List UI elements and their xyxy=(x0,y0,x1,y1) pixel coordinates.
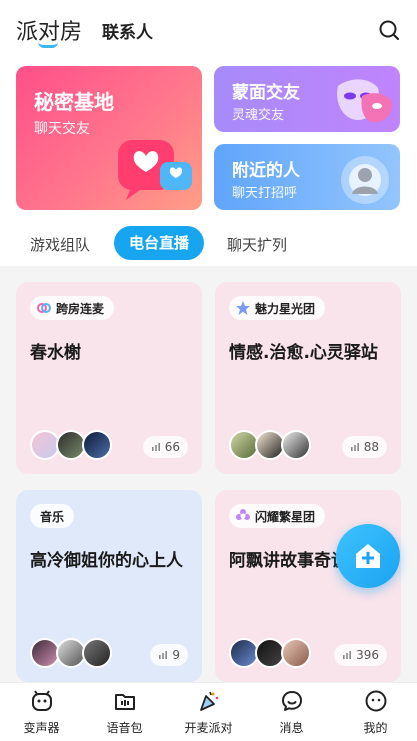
link-icon xyxy=(37,303,51,313)
top-bar: 派对房 联系人 xyxy=(0,0,417,60)
listener-count-value: 88 xyxy=(363,440,379,454)
masked-dating-title: 蒙面交友 xyxy=(232,83,300,103)
room-tag: 跨房连麦 xyxy=(30,296,115,320)
nav-messages[interactable]: 消息 xyxy=(250,683,333,741)
masked-dating-card[interactable]: 蒙面交友 灵魂交友 xyxy=(214,66,400,132)
category-tabs: 游戏组队 电台直播 聊天扩列 xyxy=(0,226,417,264)
avatar xyxy=(82,638,112,668)
signal-icon xyxy=(151,443,160,451)
listener-count: 396 xyxy=(334,644,387,666)
chat-heart-icon xyxy=(118,140,192,200)
listener-count-value: 9 xyxy=(172,648,180,662)
room-tag-label: 跨房连麦 xyxy=(56,301,105,316)
listener-count: 88 xyxy=(341,436,387,458)
tab-contacts[interactable]: 联系人 xyxy=(102,18,153,43)
tab-game-team[interactable]: 游戏组队 xyxy=(30,234,90,255)
listener-count-value: 66 xyxy=(164,440,180,454)
nav-label: 语音包 xyxy=(106,721,143,735)
room-tag-label: 音乐 xyxy=(40,509,65,524)
flower-badge-icon xyxy=(236,509,250,520)
room-tag: 魅力星光团 xyxy=(229,296,326,320)
signal-icon xyxy=(343,651,352,659)
tab-chat-friends[interactable]: 聊天扩列 xyxy=(227,234,287,255)
search-icon[interactable] xyxy=(378,19,400,41)
room-card[interactable]: 魅力星光团 情感.治愈.心灵驿站 88 xyxy=(215,282,401,474)
room-feed: 跨房连麦 春水榭 66 魅力星光团 情感.治愈.心灵驿站 88 音乐 高冷御姐你… xyxy=(0,266,417,682)
tab-radio-live[interactable]: 电台直播 xyxy=(114,226,205,260)
secret-base-card[interactable]: 秘密基地 聊天交友 xyxy=(16,66,202,210)
secret-base-title: 秘密基地 xyxy=(34,90,114,114)
nav-label: 变声器 xyxy=(23,721,60,735)
room-title: 高冷御姐你的心上人 xyxy=(30,551,183,571)
listener-count-value: 396 xyxy=(356,648,379,662)
nearby-people-card[interactable]: 附近的人 聊天打招呼 xyxy=(214,144,400,210)
nav-label: 我的 xyxy=(363,721,388,735)
room-title: 春水榭 xyxy=(30,343,81,363)
nav-open-mic-party[interactable]: 开麦派对 xyxy=(167,683,250,741)
signal-icon xyxy=(350,443,359,451)
nav-voice-pack[interactable]: 语音包 xyxy=(83,683,166,741)
avatar xyxy=(281,638,311,668)
nav-profile[interactable]: 我的 xyxy=(334,683,417,741)
room-tag-label: 魅力星光团 xyxy=(255,301,316,316)
mask-icon xyxy=(337,79,392,123)
active-tab-indicator xyxy=(38,42,58,48)
room-tag: 音乐 xyxy=(30,504,75,528)
avatar xyxy=(281,430,311,460)
bottom-navigation: 变声器 语音包 开麦派对 消息 我的 xyxy=(0,682,417,741)
chat-bubble-icon xyxy=(282,691,302,711)
party-popper-icon xyxy=(200,691,219,711)
listener-count: 66 xyxy=(142,436,188,458)
nav-label: 消息 xyxy=(279,721,304,735)
room-title: 情感.治愈.心灵驿站 xyxy=(229,343,378,363)
folder-wave-icon xyxy=(115,694,135,710)
nearby-people-title: 附近的人 xyxy=(232,161,300,181)
home-plus-icon xyxy=(356,544,380,568)
create-room-button[interactable] xyxy=(336,524,400,588)
room-tag-label: 闪耀繁星团 xyxy=(255,509,316,524)
nav-label: 开麦派对 xyxy=(184,721,233,735)
robot-face-icon xyxy=(32,690,52,711)
room-card[interactable]: 跨房连麦 春水榭 66 xyxy=(16,282,202,474)
listener-count: 9 xyxy=(150,644,188,666)
room-tag: 闪耀繁星团 xyxy=(229,504,326,528)
secret-base-subtitle: 聊天交友 xyxy=(34,121,90,137)
nav-voice-changer[interactable]: 变声器 xyxy=(0,683,83,741)
person-radar-icon xyxy=(341,156,389,204)
masked-dating-subtitle: 灵魂交友 xyxy=(232,108,285,123)
smiley-face-icon xyxy=(365,690,387,712)
nearby-people-subtitle: 聊天打招呼 xyxy=(232,186,298,201)
signal-icon xyxy=(159,651,168,659)
room-card[interactable]: 音乐 高冷御姐你的心上人 9 xyxy=(16,490,202,682)
star-badge-icon xyxy=(236,301,250,315)
avatar xyxy=(82,430,112,460)
